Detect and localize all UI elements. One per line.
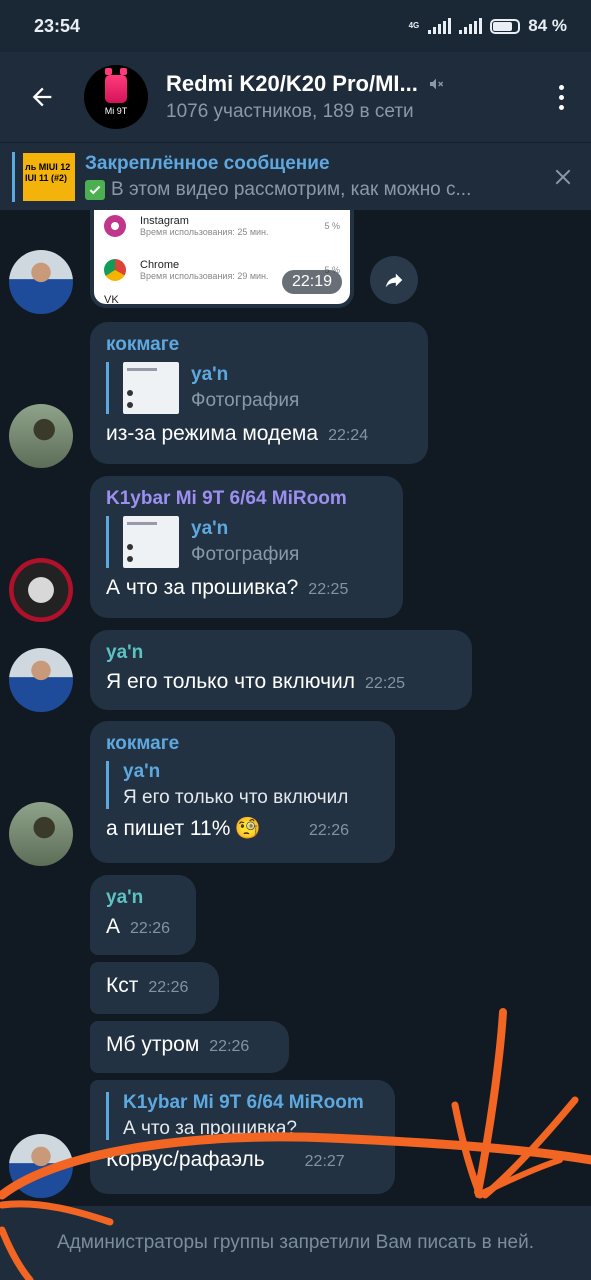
arrow-left-icon <box>32 87 52 107</box>
message-bubble[interactable]: Мб утром 22:26 <box>90 1021 289 1073</box>
app-row: Instagram Время использования: 25 мин. 5 … <box>94 210 350 248</box>
message-time: 22:25 <box>365 675 406 692</box>
message-bubble[interactable]: Кст 22:26 <box>90 962 219 1014</box>
app-name: VK <box>104 294 119 306</box>
more-menu-button[interactable] <box>531 52 591 142</box>
sender-name[interactable]: ya'n <box>106 642 456 664</box>
message-text: Корвус/рафаэль <box>106 1148 265 1171</box>
muted-icon <box>429 78 443 90</box>
message-time: 22:26 <box>148 979 189 996</box>
message-time: 22:26 <box>209 1038 250 1055</box>
message-text: а пишет 11% <box>106 817 231 840</box>
reply-preview[interactable]: ya'n Я его только что включил <box>106 761 379 809</box>
chat-header: Mi 9T Redmi K20/K20 Pro/MI... 1076 участ… <box>0 52 591 142</box>
message-time: 22:26 <box>308 822 350 839</box>
pinned-indicator <box>12 151 15 202</box>
share-icon <box>385 273 403 288</box>
message-time: 22:25 <box>308 581 349 598</box>
reply-preview[interactable]: ya'n Фотография <box>106 516 387 568</box>
chat-subtitle: 1076 участников, 189 в сети <box>166 101 414 122</box>
avatar[interactable] <box>9 648 73 712</box>
message-time: 22:26 <box>130 920 171 937</box>
message-time: 22:24 <box>328 427 369 444</box>
message-text: Кст <box>106 974 139 997</box>
restriction-notice: Администраторы группы запретили Вам писа… <box>56 1232 534 1253</box>
signal-icon-2 <box>459 18 483 34</box>
emoji: 🧐 <box>234 817 261 840</box>
message-list[interactable]: Instagram Время использования: 25 мин. 5 … <box>0 210 591 1206</box>
photo-message[interactable]: Instagram Время использования: 25 мин. 5 … <box>90 210 354 308</box>
avatar[interactable] <box>9 250 73 314</box>
group-avatar[interactable]: Mi 9T <box>84 65 148 129</box>
avatar[interactable] <box>9 802 73 866</box>
reply-text: Я его только что включил <box>123 787 349 808</box>
app-row: VK <box>94 292 350 306</box>
photo-thumbnail <box>123 516 179 568</box>
message-text: А <box>106 915 121 938</box>
sender-name[interactable]: кокмаге <box>106 733 379 755</box>
reply-author: K1ybar Mi 9T 6/64 MiRoom <box>123 1092 364 1113</box>
message-text: Я его только что включил <box>106 670 356 693</box>
message-bubble[interactable]: кокмаге ya'n Фотография из-за режима мод… <box>90 322 428 464</box>
sender-name[interactable]: кокмаге <box>106 334 412 356</box>
reply-preview[interactable]: K1ybar Mi 9T 6/64 MiRoom А что за прошив… <box>106 1092 379 1140</box>
back-button[interactable] <box>0 52 84 142</box>
reply-author: ya'n <box>123 761 161 782</box>
message-text: из-за режима модема <box>106 422 319 445</box>
pinned-thumbnail: ль MIUI 12 IUI 11 (#2) <box>23 152 75 201</box>
network-type: 4G <box>408 21 420 30</box>
message-bubble[interactable]: K1ybar Mi 9T 6/64 MiRoom ya'n Фотография… <box>90 476 403 618</box>
status-bar: 23:54 4G 84 % <box>0 0 591 52</box>
avatar[interactable] <box>9 404 73 468</box>
chat-title: Redmi K20/K20 Pro/MI... <box>166 71 418 96</box>
sender-name[interactable]: ya'n <box>106 887 180 909</box>
close-icon <box>555 169 571 184</box>
check-mark-icon <box>85 179 105 200</box>
signal-icon <box>428 18 452 34</box>
write-restricted-bar: Администраторы группы запретили Вам писа… <box>0 1206 591 1280</box>
reply-text: Фотография <box>191 544 300 565</box>
app-usage: Время использования: 29 мин. <box>140 271 269 281</box>
instagram-icon <box>104 215 126 237</box>
pinned-title: Закреплённое сообщение <box>85 152 330 174</box>
chat-info[interactable]: Redmi K20/K20 Pro/MI... 1076 участников,… <box>166 71 531 123</box>
clock: 23:54 <box>34 15 81 36</box>
chrome-icon <box>104 259 126 281</box>
app-name: Instagram <box>140 215 189 227</box>
avatar-label: Mi 9T <box>104 105 128 116</box>
avatar[interactable] <box>9 1134 73 1198</box>
battery-icon <box>490 18 521 34</box>
photo-thumbnail <box>123 362 179 414</box>
reply-text: Фотография <box>191 390 300 411</box>
app-usage: Время использования: 25 мин. <box>140 227 269 237</box>
message-bubble[interactable]: ya'n Я его только что включил 22:25 <box>90 630 472 710</box>
reply-text: А что за прошивка? <box>123 1118 297 1139</box>
status-icons: 4G 84 % <box>409 16 567 36</box>
forward-button[interactable] <box>370 256 418 304</box>
message-text: Мб утром <box>106 1033 200 1056</box>
avatar[interactable] <box>9 558 73 622</box>
sender-name[interactable]: K1ybar Mi 9T 6/64 MiRoom <box>106 488 387 510</box>
message-time: 22:19 <box>281 270 342 294</box>
app-percent: 5 % <box>324 221 340 231</box>
message-bubble[interactable]: ya'n А 22:26 <box>90 875 196 955</box>
phone-logo-icon <box>105 67 127 103</box>
battery-percent: 84 % <box>528 16 567 35</box>
reply-author: ya'n <box>191 364 229 385</box>
app-name: Chrome <box>140 259 180 271</box>
message-text: А что за прошивка? <box>106 576 299 599</box>
message-bubble[interactable]: K1ybar Mi 9T 6/64 MiRoom А что за прошив… <box>90 1080 395 1194</box>
pinned-message[interactable]: ль MIUI 12 IUI 11 (#2) Закреплённое сооб… <box>0 142 591 210</box>
message-time: 22:27 <box>304 1153 345 1170</box>
reply-preview[interactable]: ya'n Фотография <box>106 362 412 414</box>
reply-author: ya'n <box>191 518 229 539</box>
message-bubble[interactable]: кокмаге ya'n Я его только что включил а … <box>90 721 395 863</box>
close-pinned-button[interactable] <box>535 143 591 211</box>
pinned-text: В этом видео рассмотрим, как можно с... <box>111 178 472 200</box>
